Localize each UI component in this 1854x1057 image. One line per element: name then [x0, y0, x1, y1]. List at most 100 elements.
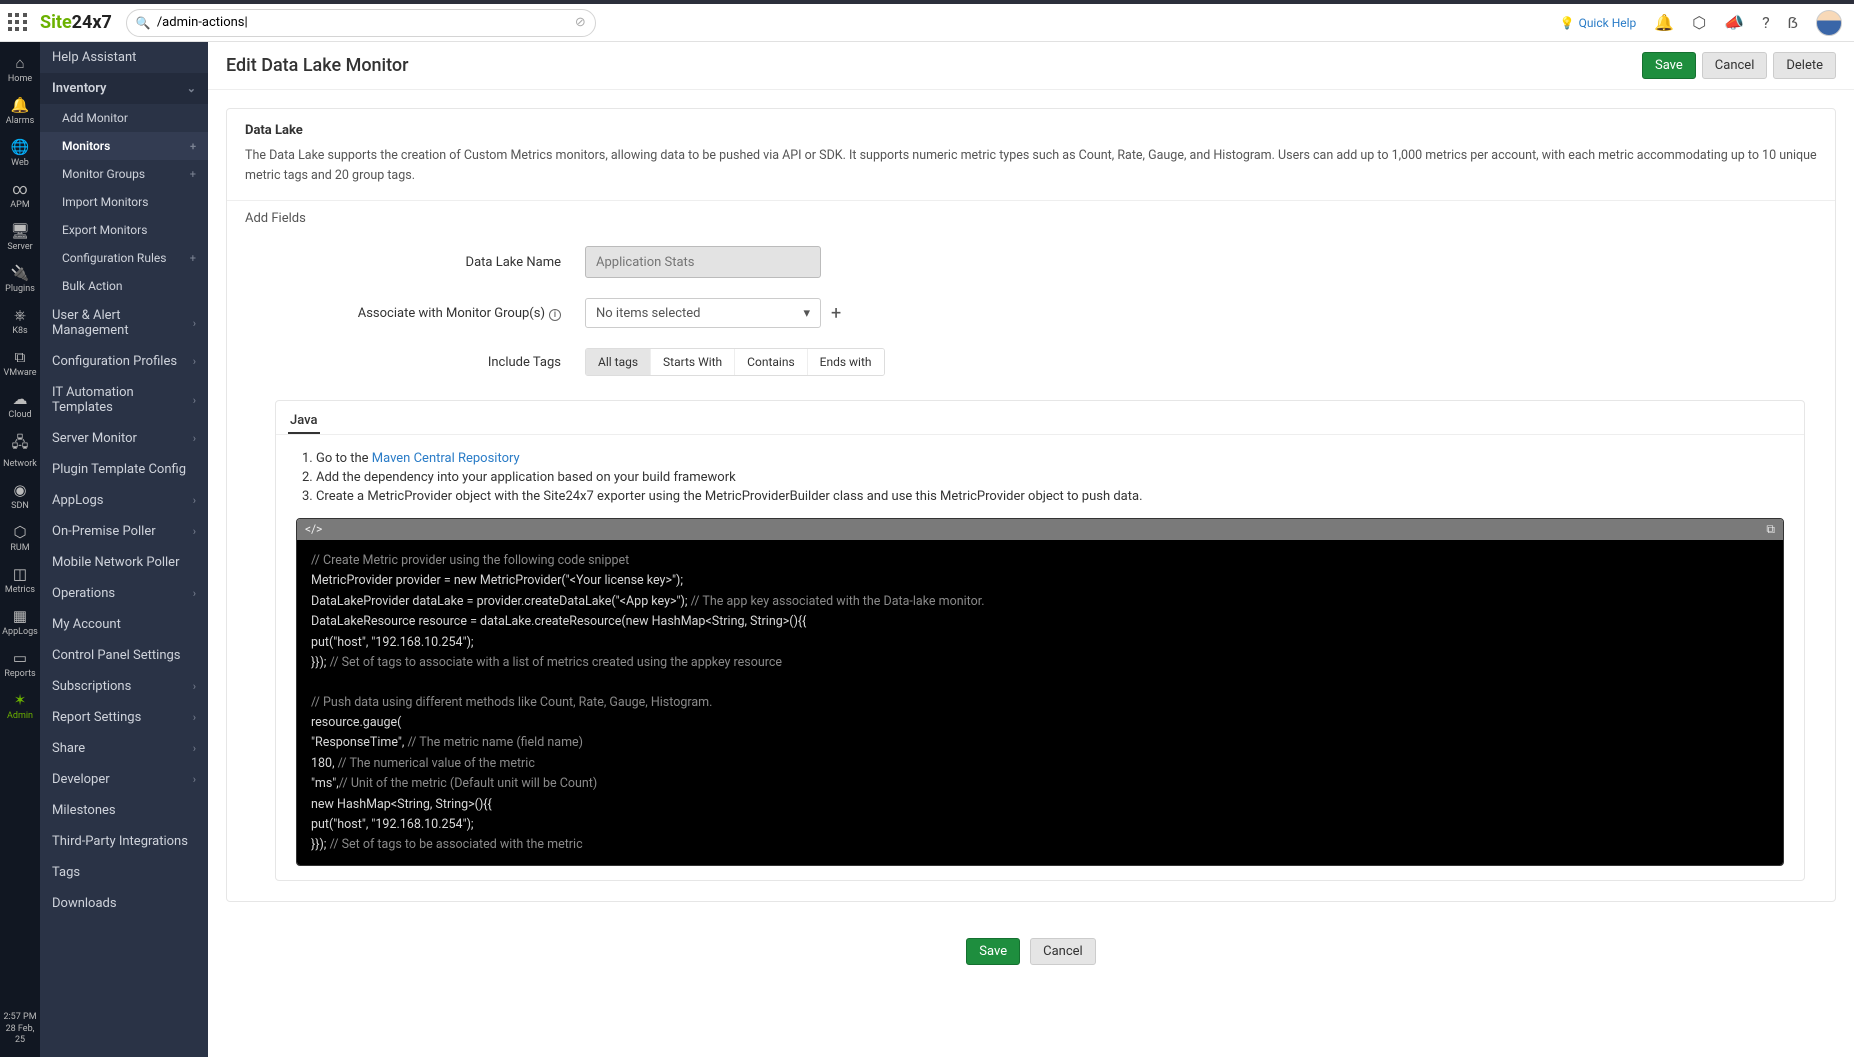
tree-my-account[interactable]: My Account [40, 609, 208, 640]
logo[interactable]: Site24x7 [40, 12, 112, 33]
tree-monitor-groups[interactable]: Monitor Groups+ [40, 160, 208, 188]
tree-applogs[interactable]: AppLogs› [40, 485, 208, 516]
plus-icon[interactable]: + [190, 168, 196, 181]
rail-item-admin[interactable]: ✶Admin [0, 685, 40, 727]
accessibility-icon[interactable]: ẞ [1788, 13, 1798, 32]
help-icon[interactable]: ? [1762, 13, 1770, 32]
chevron-right-icon: › [193, 432, 196, 445]
tree-inventory[interactable]: Inventory⌄ [40, 73, 208, 104]
tree-third-party-integrations[interactable]: Third-Party Integrations [40, 826, 208, 857]
section-desc: The Data Lake supports the creation of C… [245, 146, 1817, 186]
save-button-bottom[interactable]: Save [966, 938, 1020, 965]
tree-control-panel-settings[interactable]: Control Panel Settings [40, 640, 208, 671]
tree-tags[interactable]: Tags [40, 857, 208, 888]
rail-item-network[interactable]: 🖧Network [0, 426, 40, 475]
plus-icon[interactable]: + [190, 140, 196, 153]
shield-icon[interactable]: ⬡ [1692, 13, 1706, 32]
rail-label: RUM [10, 543, 29, 553]
tree-import-monitors[interactable]: Import Monitors [40, 188, 208, 216]
rail-item-plugins[interactable]: 🔌Plugins [0, 258, 40, 300]
clear-search-icon[interactable]: ⊘ [575, 15, 586, 30]
announce-icon[interactable]: 📣 [1724, 13, 1744, 32]
tree-report-settings[interactable]: Report Settings› [40, 702, 208, 733]
cloud-icon: ☁ [13, 390, 28, 408]
tree-subscriptions[interactable]: Subscriptions› [40, 671, 208, 702]
chevron-right-icon: › [193, 587, 196, 600]
tree-user-&-alert-management[interactable]: User & Alert Management› [40, 300, 208, 346]
tree-export-monitors[interactable]: Export Monitors [40, 216, 208, 244]
tree-on-premise-poller[interactable]: On-Premise Poller› [40, 516, 208, 547]
tree-share[interactable]: Share› [40, 733, 208, 764]
rail-item-k8s[interactable]: ⎈ K8s [0, 300, 40, 342]
tree-bulk-action[interactable]: Bulk Action [40, 272, 208, 300]
rail-item-reports[interactable]: ▭Reports [0, 643, 40, 685]
rail-item-server[interactable]: 🖥Server [0, 216, 40, 258]
tree-configuration-rules[interactable]: Configuration Rules+ [40, 244, 208, 272]
tree-operations[interactable]: Operations› [40, 578, 208, 609]
tree-server-monitor[interactable]: Server Monitor› [40, 423, 208, 454]
cancel-button[interactable]: Cancel [1702, 52, 1768, 79]
rail-item-vmware[interactable]: ⧉VMware [0, 342, 40, 384]
rail-label: Alarms [6, 116, 35, 126]
delete-button[interactable]: Delete [1773, 52, 1836, 79]
nav-tree: Help AssistantInventory⌄Add MonitorMonit… [40, 42, 208, 1057]
copy-code-icon[interactable]: ⧉ [1766, 522, 1775, 537]
monitor-groups-select[interactable]: No items selected▾ [585, 298, 821, 328]
applogs-icon: ▦ [13, 607, 27, 625]
chevron-down-icon: ▾ [803, 306, 810, 321]
rail-item-rum[interactable]: ⬡RUM [0, 517, 40, 559]
tree-plugin-template-config[interactable]: Plugin Template Config [40, 454, 208, 485]
chevron-right-icon: › [193, 680, 196, 693]
search-input[interactable] [126, 9, 596, 37]
tree-downloads[interactable]: Downloads [40, 888, 208, 919]
rail-item-cloud[interactable]: ☁ Cloud [0, 384, 40, 426]
info-icon[interactable]: i [549, 309, 561, 321]
rail-label: Network [3, 459, 37, 469]
quick-help-link[interactable]: 💡Quick Help [1560, 16, 1637, 30]
tag-filter-group: All tagsStarts WithContainsEnds with [585, 348, 885, 376]
cancel-button-bottom[interactable]: Cancel [1030, 938, 1096, 965]
rail-label: Web [11, 158, 29, 168]
tag-option-contains[interactable]: Contains [734, 349, 806, 375]
tab-java[interactable]: Java [288, 409, 320, 434]
chevron-right-icon: › [193, 317, 196, 330]
rail-item-sdn[interactable]: ◉SDN [0, 475, 40, 517]
tree-help-assistant[interactable]: Help Assistant [40, 42, 208, 73]
main-content: Edit Data Lake Monitor Save Cancel Delet… [208, 42, 1854, 1057]
rail-item-alarms[interactable]: 🔔Alarms [0, 90, 40, 132]
save-button[interactable]: Save [1642, 52, 1696, 79]
plugins-icon: 🔌 [11, 264, 30, 282]
instruction-1: 1. Go to the Maven Central Repository [302, 449, 1778, 468]
rail-label: VMware [4, 368, 37, 378]
rail-item-home[interactable]: ⌂Home [0, 48, 40, 90]
add-group-button[interactable]: + [831, 303, 841, 324]
bell-icon[interactable]: 🔔 [1654, 13, 1674, 32]
tree-mobile-network-poller[interactable]: Mobile Network Poller [40, 547, 208, 578]
tree-it-automation-templates[interactable]: IT Automation Templates› [40, 377, 208, 423]
tree-developer[interactable]: Developer› [40, 764, 208, 795]
apps-grid-icon[interactable] [8, 13, 28, 33]
maven-link[interactable]: Maven Central Repository [372, 451, 520, 466]
tree-configuration-profiles[interactable]: Configuration Profiles› [40, 346, 208, 377]
tree-add-monitor[interactable]: Add Monitor [40, 104, 208, 132]
plus-icon[interactable]: + [190, 252, 196, 265]
tag-option-ends-with[interactable]: Ends with [807, 349, 884, 375]
rail-item-metrics[interactable]: ◫Metrics [0, 559, 40, 601]
icon-rail: ⌂Home🔔Alarms🌐Web∞APM🖥Server🔌Plugins ⎈ K8s ⧉… [0, 42, 40, 1057]
rail-item-applogs[interactable]: ▦AppLogs [0, 601, 40, 643]
tree-monitors[interactable]: Monitors+ [40, 132, 208, 160]
chevron-right-icon: › [193, 525, 196, 538]
admin-icon: ✶ [14, 691, 27, 709]
rail-item-apm[interactable]: ∞APM [0, 174, 40, 216]
tree-milestones[interactable]: Milestones [40, 795, 208, 826]
tag-option-all-tags[interactable]: All tags [586, 349, 650, 375]
search-icon: 🔍 [136, 16, 151, 30]
chevron-right-icon: › [193, 773, 196, 786]
avatar[interactable] [1816, 10, 1842, 36]
k8s-icon: ⎈ [14, 306, 26, 324]
tag-option-starts-with[interactable]: Starts With [650, 349, 734, 375]
rail-item-web[interactable]: 🌐Web [0, 132, 40, 174]
section-heading: Data Lake [245, 123, 1817, 138]
rail-label: Cloud [8, 410, 31, 420]
rail-label: K8s [12, 326, 27, 336]
